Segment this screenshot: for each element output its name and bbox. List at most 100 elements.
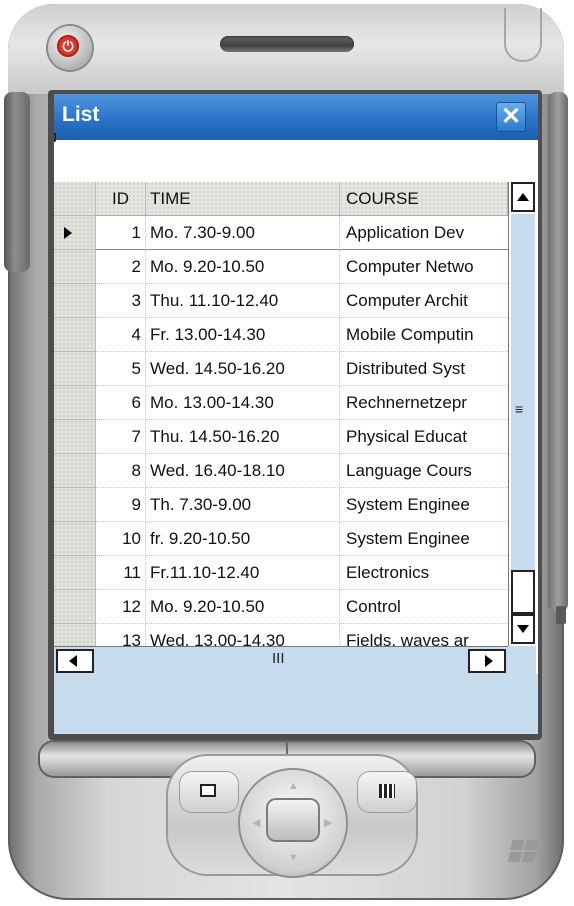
windows-logo-icon <box>507 840 540 864</box>
table-row[interactable]: 10 fr. 9.20-10.50 System Enginee <box>54 522 508 556</box>
scroll-left-button[interactable] <box>56 649 94 673</box>
stylus-slot <box>504 8 542 62</box>
lock-icon <box>54 133 56 142</box>
cell-course[interactable]: System Enginee <box>340 488 508 522</box>
scroll-down-button[interactable] <box>511 614 535 644</box>
cell-id[interactable]: 1 <box>96 216 146 250</box>
cell-time[interactable]: Fr.11.10-12.40 <box>146 556 340 590</box>
dpad-down-icon: ▼ <box>288 852 299 864</box>
close-button[interactable]: ✕ <box>496 102 526 132</box>
cell-id[interactable]: 13 <box>96 624 146 646</box>
scroll-right-icon <box>485 655 493 667</box>
cell-time[interactable]: Mo. 9.20-10.50 <box>146 250 340 284</box>
row-header[interactable] <box>54 352 96 386</box>
cell-id[interactable]: 8 <box>96 454 146 488</box>
calendar-icon <box>379 784 395 798</box>
current-row-icon <box>64 227 72 239</box>
table-row[interactable]: 7 Thu. 14.50-16.20 Physical Educat <box>54 420 508 454</box>
horizontal-scroll-thumb[interactable]: III <box>94 649 466 673</box>
cell-time[interactable]: Thu. 14.50-16.20 <box>146 420 340 454</box>
cell-course[interactable]: Application Dev <box>340 216 508 250</box>
cell-id[interactable]: 9 <box>96 488 146 522</box>
dpad-center-button[interactable] <box>268 800 318 840</box>
contacts-button[interactable] <box>180 772 238 812</box>
cell-course[interactable]: Mobile Computin <box>340 318 508 352</box>
cell-time[interactable]: Wed. 14.50-16.20 <box>146 352 340 386</box>
table-row[interactable]: 3 Thu. 11.10-12.40 Computer Archit <box>54 284 508 318</box>
cell-id[interactable]: 4 <box>96 318 146 352</box>
cell-course[interactable]: Distributed Syst <box>340 352 508 386</box>
scroll-right-button[interactable] <box>468 649 506 673</box>
cell-time[interactable]: Thu. 11.10-12.40 <box>146 284 340 318</box>
cell-id[interactable]: 7 <box>96 420 146 454</box>
table-row[interactable]: 5 Wed. 14.50-16.20 Distributed Syst <box>54 352 508 386</box>
calendar-button[interactable] <box>358 772 416 812</box>
table-row[interactable]: 11 Fr.11.10-12.40 Electronics <box>54 556 508 590</box>
cell-time[interactable]: Th. 7.30-9.00 <box>146 488 340 522</box>
cell-id[interactable]: 5 <box>96 352 146 386</box>
row-header[interactable] <box>54 454 96 488</box>
row-header[interactable] <box>54 556 96 590</box>
header-corner <box>54 182 96 216</box>
cell-id[interactable]: 11 <box>96 556 146 590</box>
cell-course[interactable]: Language Cours <box>340 454 508 488</box>
cell-time[interactable]: Fr. 13.00-14.30 <box>146 318 340 352</box>
vertical-scrollbar[interactable]: ≡ <box>508 182 536 646</box>
scroll-up-button[interactable] <box>511 182 535 212</box>
cell-course[interactable]: Computer Netwo <box>340 250 508 284</box>
cell-time[interactable]: Mo. 7.30-9.00 <box>146 216 340 250</box>
vertical-scroll-thumb[interactable] <box>511 570 535 614</box>
cell-time[interactable]: Mo. 9.20-10.50 <box>146 590 340 624</box>
table-row[interactable]: 12 Mo. 9.20-10.50 Control <box>54 590 508 624</box>
row-header[interactable] <box>54 318 96 352</box>
cell-id[interactable]: 6 <box>96 386 146 420</box>
table-row[interactable]: 9 Th. 7.30-9.00 System Enginee <box>54 488 508 522</box>
cell-course[interactable]: Rechnernetzepr <box>340 386 508 420</box>
cell-course[interactable]: Computer Archit <box>340 284 508 318</box>
close-icon: ✕ <box>500 103 522 130</box>
right-side-rail <box>548 92 568 612</box>
table-row[interactable]: 13 Wed. 13.00-14.30 Fields, waves ar <box>54 624 508 646</box>
row-header[interactable] <box>54 420 96 454</box>
menu-bar-area <box>54 674 538 734</box>
table-row[interactable]: 8 Wed. 16.40-18.10 Language Cours <box>54 454 508 488</box>
cell-course[interactable]: Fields, waves ar <box>340 624 508 646</box>
row-header[interactable] <box>54 250 96 284</box>
cell-time[interactable]: fr. 9.20-10.50 <box>146 522 340 556</box>
column-header-time[interactable]: TIME <box>146 182 340 216</box>
power-button[interactable]: ⏻ <box>48 26 92 70</box>
row-header[interactable] <box>54 624 96 646</box>
dpad-left-icon: ◀ <box>252 817 261 829</box>
table-row[interactable]: 6 Mo. 13.00-14.30 Rechnernetzepr <box>54 386 508 420</box>
cell-course[interactable]: Control <box>340 590 508 624</box>
cell-course[interactable]: System Enginee <box>340 522 508 556</box>
directional-pad[interactable]: ▲ ▼ ◀ ▶ <box>240 770 346 876</box>
contacts-icon <box>200 784 216 797</box>
cell-id[interactable]: 10 <box>96 522 146 556</box>
horizontal-scrollbar[interactable]: III <box>54 646 508 674</box>
left-side-button[interactable] <box>4 92 30 272</box>
cell-course[interactable]: Electronics <box>340 556 508 590</box>
table-row[interactable]: 2 Mo. 9.20-10.50 Computer Netwo <box>54 250 508 284</box>
row-header[interactable] <box>54 216 96 250</box>
cell-time[interactable]: Wed. 13.00-14.30 <box>146 624 340 646</box>
row-header[interactable] <box>54 522 96 556</box>
right-side-button[interactable] <box>556 606 566 624</box>
cell-id[interactable]: 12 <box>96 590 146 624</box>
cell-id[interactable]: 3 <box>96 284 146 318</box>
row-header[interactable] <box>54 488 96 522</box>
cell-time[interactable]: Mo. 13.00-14.30 <box>146 386 340 420</box>
column-header-id[interactable]: ID <box>96 182 146 216</box>
table-row[interactable]: 4 Fr. 13.00-14.30 Mobile Computin <box>54 318 508 352</box>
data-grid[interactable]: ID TIME COURSE 1 Mo. 7.30-9.00 Application… <box>54 182 508 646</box>
dpad-right-icon: ▶ <box>324 817 333 829</box>
grid-header-row: ID TIME COURSE <box>54 182 508 216</box>
row-header[interactable] <box>54 590 96 624</box>
cell-course[interactable]: Physical Educat <box>340 420 508 454</box>
row-header[interactable] <box>54 284 96 318</box>
column-header-course[interactable]: COURSE <box>340 182 508 216</box>
cell-time[interactable]: Wed. 16.40-18.10 <box>146 454 340 488</box>
table-row[interactable]: 1 Mo. 7.30-9.00 Application Dev <box>54 216 508 250</box>
cell-id[interactable]: 2 <box>96 250 146 284</box>
row-header[interactable] <box>54 386 96 420</box>
